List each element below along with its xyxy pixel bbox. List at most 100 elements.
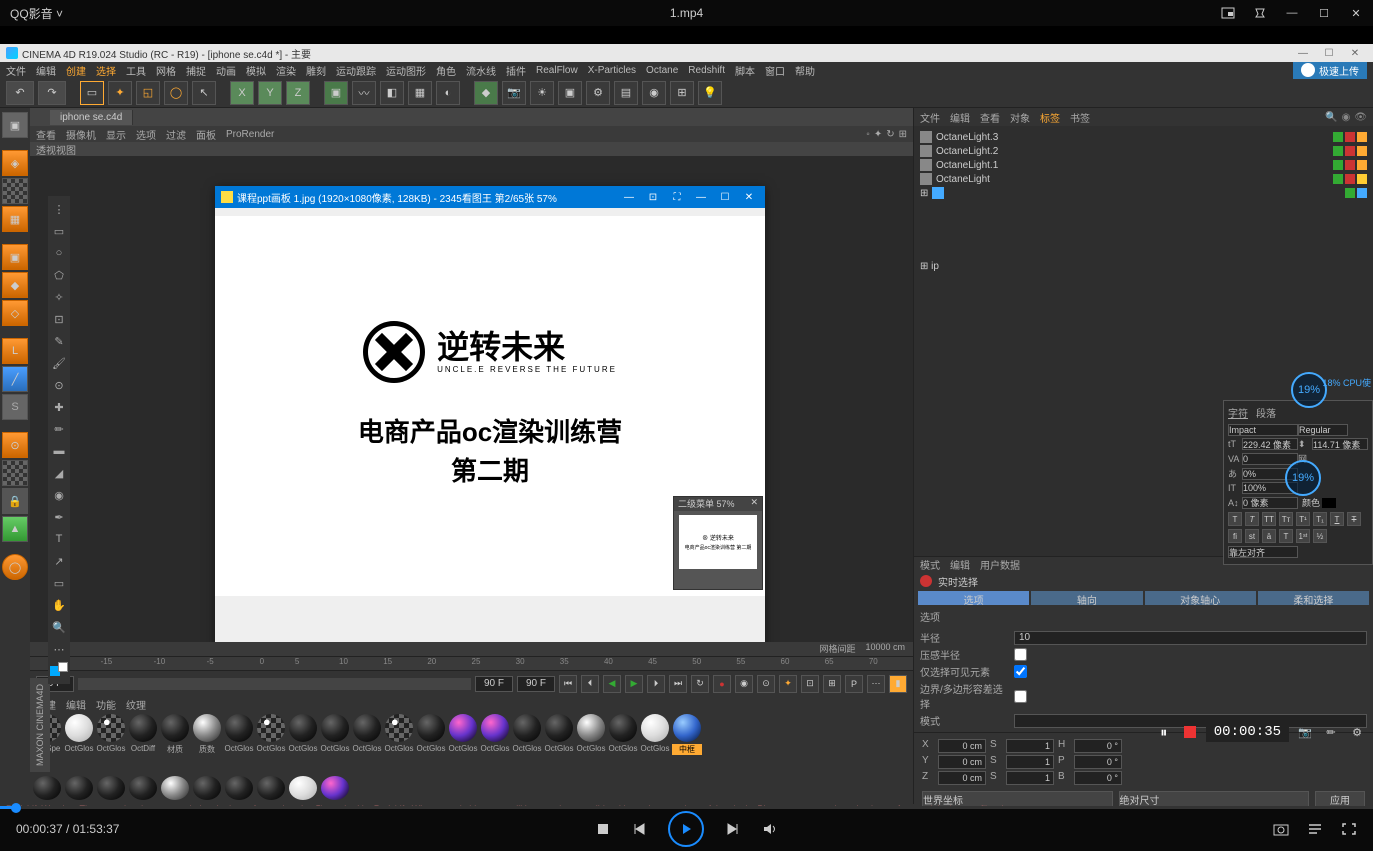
align-mode[interactable] [1228, 546, 1298, 558]
menu-item[interactable]: 运动图形 [386, 63, 426, 78]
material[interactable] [128, 776, 158, 802]
mat-menu[interactable]: 纹理 [126, 697, 146, 712]
menu-item[interactable]: Redshift [688, 65, 725, 76]
material[interactable]: OctGlos [416, 714, 446, 772]
pin-icon[interactable] [1253, 6, 1267, 20]
tl-prev[interactable]: ⏴ [581, 675, 599, 693]
select-tool[interactable]: ▭ [80, 81, 104, 105]
iv-fullscreen[interactable]: ⛶ [667, 189, 687, 205]
render-settings[interactable]: ⚙ [586, 81, 610, 105]
thumb-close[interactable]: ✕ [750, 497, 758, 511]
tl-opt3[interactable]: P [845, 675, 863, 693]
coord-sy[interactable] [1006, 755, 1054, 769]
close-icon[interactable]: ✕ [1349, 6, 1363, 20]
attr-tab[interactable]: 编辑 [950, 557, 970, 573]
screenshot-button[interactable] [1273, 822, 1289, 836]
menu-item[interactable]: 选择 [96, 63, 116, 78]
tl-next[interactable]: ⏵ [647, 675, 665, 693]
radius-input[interactable] [1014, 631, 1367, 645]
frame-end[interactable] [517, 676, 555, 692]
object-row[interactable]: OctaneLight [918, 172, 1369, 186]
edge-mode[interactable]: L [2, 338, 28, 364]
nurbs-tool[interactable]: ◧ [380, 81, 404, 105]
attr-btn[interactable]: 柔和选择 [1258, 591, 1369, 605]
st-btn[interactable]: st [1245, 529, 1259, 543]
timeline-slider[interactable] [78, 678, 471, 690]
1st-btn[interactable]: 1ˢᵗ [1296, 529, 1310, 543]
menu-item[interactable]: 雕刻 [306, 63, 326, 78]
tool-zoom[interactable]: 🔍 [50, 618, 68, 636]
object-row[interactable]: OctaneLight.1 [918, 158, 1369, 172]
document-tab[interactable]: iphone se.c4d [50, 110, 133, 125]
menu-item[interactable]: 帮助 [795, 63, 815, 78]
menu-item[interactable]: 创建 [66, 63, 86, 78]
viewport[interactable]: 课程ppt画板 1.jpg (1920×1080像素, 128KB) - 234… [30, 156, 913, 642]
upload-button[interactable]: 极速上传 [1293, 62, 1367, 79]
vp-menu[interactable]: 面板 [196, 127, 216, 142]
attr-tab[interactable]: 模式 [920, 557, 940, 573]
tool-shape[interactable]: ▭ [50, 574, 68, 592]
workplane-mode[interactable]: ▦ [2, 206, 28, 232]
iv-max[interactable]: ☐ [715, 189, 735, 205]
font-family[interactable] [1228, 424, 1298, 436]
last-tool[interactable]: ↖ [192, 81, 216, 105]
rotate-tool[interactable]: ◯ [164, 81, 188, 105]
coord-y[interactable] [938, 755, 986, 769]
tool-rect[interactable]: ▭ [50, 222, 68, 240]
material[interactable]: OctGlos [576, 714, 606, 772]
model-mode[interactable]: ▣ [2, 112, 28, 138]
baseline[interactable] [1242, 497, 1298, 509]
axis-mode[interactable]: ◆ [2, 272, 28, 298]
tl-opt2[interactable]: ⊞ [823, 675, 841, 693]
menu-item[interactable]: Octane [646, 65, 678, 76]
pip-icon[interactable] [1221, 6, 1235, 20]
material[interactable] [192, 776, 222, 802]
camera-tool[interactable]: 📷 [502, 81, 526, 105]
coord-hx[interactable] [1074, 739, 1122, 753]
italic-btn[interactable]: T [1245, 512, 1259, 526]
rp-tab[interactable]: 编辑 [950, 110, 970, 125]
material[interactable]: OctGlos [256, 714, 286, 772]
play-button[interactable] [668, 811, 704, 847]
y-lock[interactable]: Y [258, 81, 282, 105]
material[interactable]: OctGlos [384, 714, 414, 772]
rp-tab[interactable]: 对象 [1010, 110, 1030, 125]
mat-menu[interactable]: 功能 [96, 697, 116, 712]
vp-nav-icon[interactable]: ⊞ [899, 129, 907, 140]
rec-settings-icon[interactable]: ⚙ [1347, 722, 1367, 742]
volume-button[interactable] [762, 822, 778, 836]
material[interactable]: 中框 [672, 714, 702, 772]
menu-item[interactable]: 运动跟踪 [336, 63, 376, 78]
small-caps-btn[interactable]: Tᴛ [1279, 512, 1293, 526]
tool-eyedrop[interactable]: ✎ [50, 332, 68, 350]
vp-menu[interactable]: 摄像机 [66, 127, 96, 142]
next-button[interactable] [726, 822, 740, 836]
menu-item[interactable]: 流水线 [466, 63, 496, 78]
material[interactable]: OctGlos [352, 714, 382, 772]
tolerance-check[interactable] [1014, 690, 1027, 703]
search-icon[interactable]: 🔍 [1325, 112, 1337, 123]
coord-x[interactable] [938, 739, 986, 753]
menu-item[interactable]: 工具 [126, 63, 146, 78]
x-lock[interactable]: X [230, 81, 254, 105]
menu-item[interactable]: 插件 [506, 63, 526, 78]
menu-item[interactable]: 编辑 [36, 63, 56, 78]
object-row[interactable]: OctaneLight.2 [918, 144, 1369, 158]
tool-brush[interactable]: 🖌 [50, 354, 68, 372]
tl-opt4[interactable]: ⋯ [867, 675, 885, 693]
material[interactable] [224, 776, 254, 802]
material[interactable] [160, 776, 190, 802]
stop-button[interactable] [596, 822, 610, 836]
tweak-mode[interactable]: S [2, 394, 28, 420]
octane-tool[interactable]: ◯ [2, 554, 28, 580]
tool-pencil[interactable]: ✏ [50, 420, 68, 438]
poly-mode[interactable]: ╱ [2, 366, 28, 392]
hint-tool[interactable]: 💡 [698, 81, 722, 105]
tl-play[interactable]: ▶ [625, 675, 643, 693]
t1-btn[interactable]: T [1279, 529, 1293, 543]
playlist-button[interactable] [1307, 822, 1323, 836]
tool-lasso[interactable]: ○ [50, 244, 68, 262]
menu-item[interactable]: 模拟 [246, 63, 266, 78]
font-style[interactable] [1298, 424, 1348, 436]
rec-pause[interactable]: ⏸ [1154, 722, 1174, 742]
